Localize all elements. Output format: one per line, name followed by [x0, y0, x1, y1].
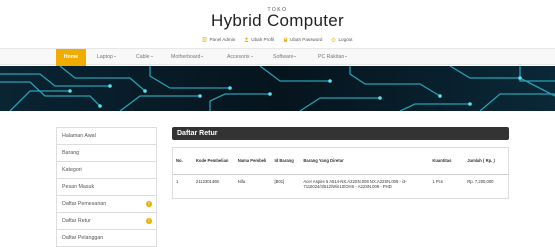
table-cell: Nifa	[237, 178, 246, 184]
page-title: Daftar Retur	[172, 127, 509, 140]
panel-admin-link[interactable]: Panel Admin	[202, 37, 235, 42]
nav-motherboard-label: Motherboard	[171, 54, 201, 60]
sidebar-item-daftar-pemesanan[interactable]: Daftar Pemesanan!	[57, 196, 156, 213]
column-header: Nama Pembeli	[234, 148, 272, 175]
column-header: Kode Pembelian	[192, 148, 235, 175]
chevron-down-icon	[150, 56, 153, 58]
sidebar-item-label: Halaman Awal	[62, 133, 96, 139]
table-header-row: No. Kode Pembelian Nama Pembeli Id Baran…	[173, 148, 508, 175]
sidebar-item-label: Daftar Retur	[62, 218, 91, 224]
circuit-banner	[0, 66, 555, 111]
sidebar-item-kategori[interactable]: Kategori	[57, 162, 156, 179]
site-header: TOKO Hybrid Computer Panel Admin Ubah Pr…	[0, 0, 555, 48]
logout-link[interactable]: Logout	[331, 37, 353, 42]
nav-cable[interactable]: Cable	[136, 49, 153, 66]
table-cell: [B01]	[274, 178, 285, 184]
document-icon	[203, 37, 207, 42]
chevron-down-icon	[345, 56, 348, 58]
notification-badge: !	[146, 218, 152, 224]
panel-admin-label: Panel Admin	[209, 37, 236, 42]
sidebar-item-label: Daftar Pemesanan	[62, 201, 107, 207]
logout-label: Logout	[338, 37, 353, 42]
chevron-down-icon	[201, 56, 204, 58]
table-row: 1 2112301468 Nifa [B01] Acer Aspire 5 A5…	[173, 174, 508, 198]
store-name: Hybrid Computer	[211, 11, 344, 30]
main-navbar: Home Laptop Cable Motherboard Accesoris …	[0, 48, 555, 66]
nav-home-label: Home	[63, 54, 79, 60]
retur-table-wrapper: No. Kode Pembelian Nama Pembeli Id Baran…	[172, 147, 509, 199]
sidebar-item-daftar-retur[interactable]: Daftar Retur!	[57, 213, 156, 230]
nav-pc-rakitan-label: PC Rakitan	[318, 54, 345, 60]
chevron-down-icon	[294, 56, 297, 58]
notification-badge: !	[146, 201, 152, 207]
nav-laptop-label: Laptop	[97, 54, 113, 60]
sidebar-item-label: Kategori	[62, 167, 82, 173]
nav-cable-label: Cable	[136, 54, 150, 60]
circuit-banner-graphic	[0, 66, 555, 111]
column-header: Jumlah ( Rp. )	[464, 148, 508, 175]
nav-accesoris[interactable]: Accesoris	[227, 49, 253, 66]
column-header: Barang Yang Diretur	[300, 148, 430, 175]
ubah-profil-link[interactable]: Ubah Profil	[244, 37, 274, 42]
chevron-down-icon	[113, 56, 116, 58]
nav-software-label: Software	[273, 54, 294, 60]
table-cell: Rp. 7,200,000	[467, 178, 494, 184]
sidebar-item-label: Daftar Pelanggan	[62, 235, 104, 241]
power-icon	[332, 37, 336, 42]
table-cell: 2112301468	[195, 178, 219, 184]
chevron-down-icon	[250, 56, 253, 58]
user-icon	[244, 37, 249, 42]
ubah-password-label: Ubah Password	[290, 37, 323, 42]
retur-table: No. Kode Pembelian Nama Pembeli Id Baran…	[173, 148, 508, 198]
sidebar-item-label: Barang	[62, 150, 80, 156]
ubah-profil-label: Ubah Profil	[251, 37, 275, 42]
table-cell: Acer Aspire 5 A514-NX.A22SN.008 NX.A22SN…	[303, 178, 407, 190]
admin-sidebar: Halaman Awal Barang Kategori Pesan Masuk…	[56, 127, 157, 247]
nav-laptop[interactable]: Laptop	[97, 49, 116, 66]
sidebar-item-halaman-awal[interactable]: Halaman Awal	[57, 128, 156, 145]
sidebar-item-pesan-masuk[interactable]: Pesan Masuk	[57, 179, 156, 196]
column-header: Id Barang	[271, 148, 301, 175]
table-cell: 1 Pcs	[432, 178, 443, 184]
nav-pc-rakitan[interactable]: PC Rakitan	[318, 49, 348, 66]
column-header: No.	[173, 148, 193, 175]
table-cell: 1	[176, 178, 179, 184]
nav-accesoris-label: Accesoris	[227, 54, 250, 60]
lock-icon	[284, 37, 288, 42]
admin-links: Panel Admin Ubah Profil Ubah Password Lo…	[0, 37, 555, 42]
sidebar-item-barang[interactable]: Barang	[57, 145, 156, 162]
sidebar-item-daftar-pelanggan[interactable]: Daftar Pelanggan	[57, 230, 156, 247]
nav-home[interactable]: Home	[56, 49, 86, 66]
column-header: Kuantitas	[429, 148, 465, 175]
ubah-password-link[interactable]: Ubah Password	[283, 37, 322, 42]
nav-motherboard[interactable]: Motherboard	[171, 49, 204, 66]
sidebar-item-label: Pesan Masuk	[62, 184, 95, 190]
nav-software[interactable]: Software	[273, 49, 297, 66]
